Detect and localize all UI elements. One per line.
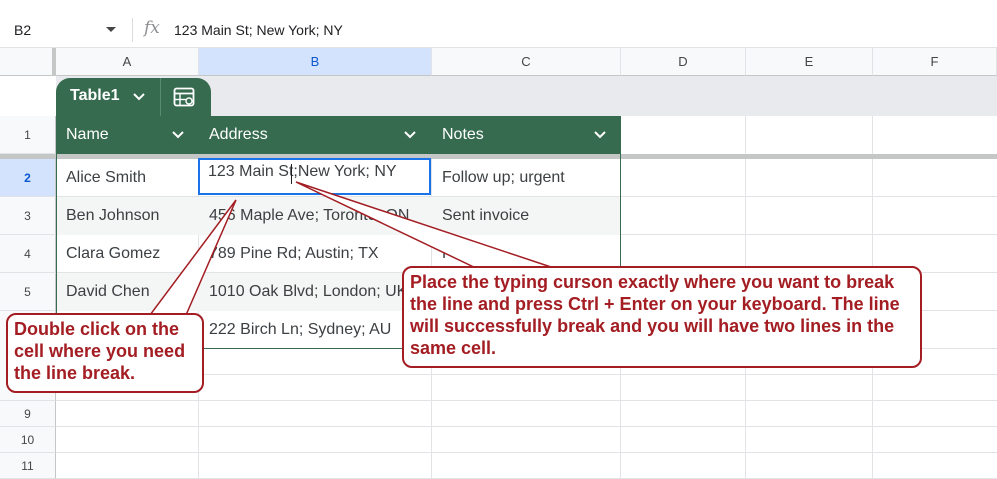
cell-c2[interactable]: Follow up; urgent xyxy=(432,159,621,197)
chevron-down-icon[interactable] xyxy=(593,128,607,142)
chevron-down-icon[interactable] xyxy=(104,22,118,36)
cell-b3[interactable]: 456 Maple Ave; Toronto; ON xyxy=(199,197,432,235)
callout-double-click: Double click on the cell where you need … xyxy=(6,313,204,393)
table-name-chip[interactable]: Table1 xyxy=(56,78,211,116)
cell-c3[interactable]: Sent invoice xyxy=(432,197,621,235)
spreadsheet-grid: A B C D E F Table1 1 2 3 4 5 9 10 11 Nam… xyxy=(0,48,997,479)
column-header-a[interactable]: A xyxy=(56,48,199,76)
formula-bar: B2 fx 123 Main St; New York; NY xyxy=(0,10,997,48)
callout-ctrl-enter: Place the typing curson exactly where yo… xyxy=(402,266,922,368)
cell-b6[interactable]: 222 Birch Ln; Sydney; AU xyxy=(199,311,432,349)
chip-divider xyxy=(160,78,161,116)
cell-a3[interactable]: Ben Johnson xyxy=(56,197,199,235)
gridline xyxy=(56,426,997,427)
column-header-c[interactable]: C xyxy=(432,48,621,76)
formula-bar-divider xyxy=(132,18,133,42)
cell-a5[interactable]: David Chen xyxy=(56,273,199,311)
row-header-3[interactable]: 3 xyxy=(0,197,56,235)
select-all-corner[interactable] xyxy=(0,48,56,76)
row-header-11[interactable]: 11 xyxy=(0,453,56,479)
chevron-down-icon[interactable] xyxy=(171,128,185,142)
formula-input[interactable]: 123 Main St; New York; NY xyxy=(174,19,343,41)
row-header-5[interactable]: 5 xyxy=(0,273,56,311)
table-name: Table1 xyxy=(70,87,120,104)
column-header-e[interactable]: E xyxy=(746,48,873,76)
fx-icon: fx xyxy=(144,18,160,38)
text-before-cursor: 123 Main St; xyxy=(208,163,298,180)
active-cell-editor[interactable]: 123 Main St;New York; NY xyxy=(198,158,431,195)
column-header-b[interactable]: B xyxy=(199,48,432,76)
row-header-2[interactable]: 2 xyxy=(0,159,56,197)
text-after-cursor: New York; NY xyxy=(297,163,397,180)
cell-a4[interactable]: Clara Gomez xyxy=(56,235,199,273)
row-header-1[interactable]: 1 xyxy=(0,116,56,154)
cell-b2-text[interactable]: 123 Main St;New York; NY xyxy=(208,163,397,181)
text-cursor xyxy=(291,164,292,184)
row-header-10[interactable]: 10 xyxy=(0,427,56,453)
gridline xyxy=(56,400,997,401)
column-header-d[interactable]: D xyxy=(621,48,746,76)
cell-a2[interactable]: Alice Smith xyxy=(56,159,199,197)
table-header-address[interactable]: Address xyxy=(199,116,432,154)
row-header-4[interactable]: 4 xyxy=(0,235,56,273)
table-header-row: Name Address Notes xyxy=(56,116,621,154)
column-header-f[interactable]: F xyxy=(873,48,997,76)
gridline xyxy=(56,452,997,453)
chevron-down-icon[interactable] xyxy=(132,90,146,104)
cell-b4[interactable]: 789 Pine Rd; Austin; TX xyxy=(199,235,432,273)
row-header-9[interactable]: 9 xyxy=(0,401,56,427)
table-settings-icon[interactable] xyxy=(173,87,195,107)
chevron-down-icon[interactable] xyxy=(403,128,417,142)
cell-b5[interactable]: 1010 Oak Blvd; London; UK xyxy=(199,273,432,311)
